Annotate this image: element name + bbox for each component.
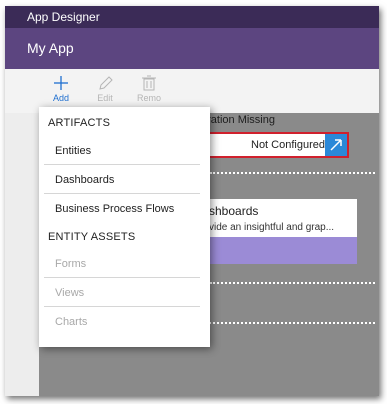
site-map-config-row[interactable]: p Not Configured bbox=[195, 132, 349, 158]
menu-item-views: Views bbox=[44, 279, 200, 307]
menu-item-forms: Forms bbox=[44, 250, 200, 278]
open-designer-button[interactable] bbox=[325, 134, 347, 156]
menu-item-label: Views bbox=[55, 287, 85, 299]
plus-icon bbox=[54, 76, 68, 90]
menu-item-label: Forms bbox=[55, 258, 87, 270]
app-header: My App bbox=[5, 28, 379, 69]
card-title: shboards bbox=[209, 204, 259, 218]
pencil-icon bbox=[99, 76, 113, 90]
remove-label: Remo bbox=[136, 93, 161, 103]
menu-item-label: Entities bbox=[55, 145, 92, 157]
left-gutter bbox=[5, 113, 39, 396]
entity-assets-heading: ENTITY ASSETS bbox=[48, 231, 136, 243]
add-label: Add bbox=[52, 93, 69, 103]
card-description: vide an insightful and grap... bbox=[209, 222, 335, 233]
edit-label: Edit bbox=[97, 93, 113, 103]
menu-item-label: Charts bbox=[55, 316, 88, 328]
menu-item-label: Dashboards bbox=[55, 174, 115, 186]
window-title: App Designer bbox=[27, 10, 100, 24]
remove-button[interactable]: Remo bbox=[131, 73, 167, 103]
title-bar: App Designer bbox=[5, 6, 379, 28]
arrow-up-right-icon bbox=[330, 139, 342, 151]
dashboards-card[interactable]: shboards vide an insightful and grap... bbox=[205, 199, 357, 264]
menu-item-label: Business Process Flows bbox=[55, 203, 175, 215]
trash-icon bbox=[142, 75, 156, 91]
section-divider bbox=[210, 172, 375, 174]
artifacts-heading: ARTIFACTS bbox=[48, 117, 111, 129]
edit-button[interactable]: Edit bbox=[87, 73, 123, 103]
add-menu: ARTIFACTS Entities Dashboards Business P… bbox=[39, 107, 210, 347]
section-divider bbox=[210, 282, 375, 284]
config-missing-title: uration Missing bbox=[201, 114, 275, 126]
app-name: My App bbox=[27, 40, 74, 56]
config-status-text: Not Configured bbox=[251, 139, 325, 151]
menu-item-dashboards[interactable]: Dashboards bbox=[44, 166, 200, 194]
menu-item-business-process-flows[interactable]: Business Process Flows bbox=[44, 195, 200, 223]
menu-item-entities[interactable]: Entities bbox=[44, 137, 200, 165]
card-footer-band bbox=[205, 237, 357, 264]
menu-item-charts: Charts bbox=[44, 308, 200, 336]
add-button[interactable]: Add bbox=[43, 73, 79, 103]
